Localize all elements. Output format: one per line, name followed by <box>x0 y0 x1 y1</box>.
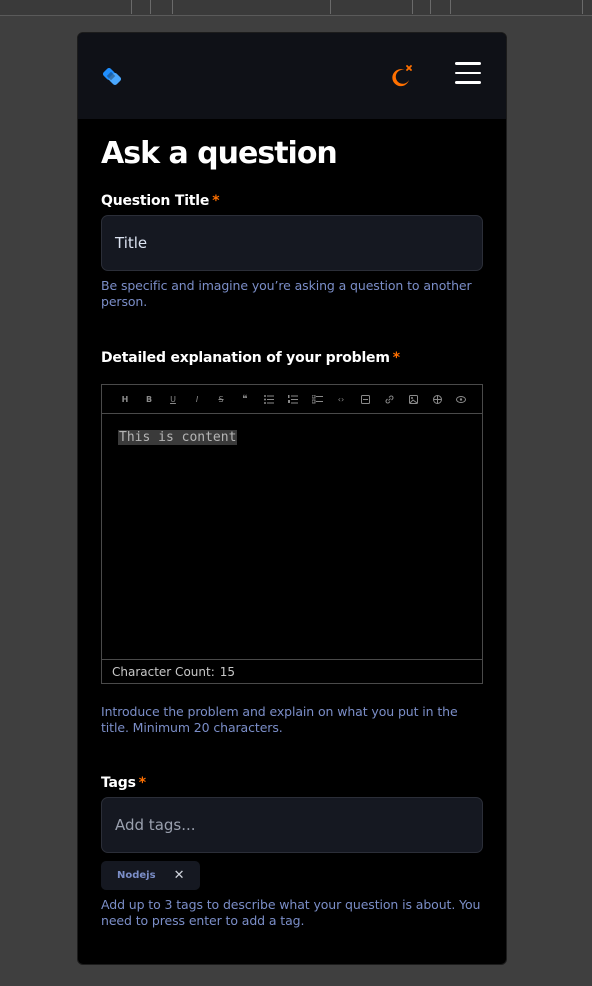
markdown-editor: H B U I S ❝ ‹› This is content Character… <box>101 384 483 684</box>
tag-label: Nodejs <box>117 870 156 881</box>
close-icon[interactable]: ✕ <box>174 868 185 883</box>
underline-icon[interactable]: U <box>161 389 185 409</box>
ask-question-form: Ask a question Question Title * Title Be … <box>101 119 484 929</box>
question-title-hint: Be specific and imagine you’re asking a … <box>101 278 472 309</box>
image-icon[interactable] <box>401 389 425 409</box>
ordered-list-icon[interactable] <box>281 389 305 409</box>
strikethrough-icon[interactable]: S <box>209 389 233 409</box>
code-block-icon[interactable] <box>353 389 377 409</box>
hamburger-menu-icon[interactable] <box>455 62 481 84</box>
checklist-icon[interactable] <box>305 389 329 409</box>
required-asterisk: * <box>138 775 146 791</box>
top-navbar <box>78 33 506 119</box>
tag-chip[interactable]: Nodejs ✕ <box>101 861 201 890</box>
question-title-input[interactable]: Title <box>101 215 483 271</box>
tags-hint: Add up to 3 tags to describe what your q… <box>101 897 481 928</box>
question-title-label: Question Title * <box>101 193 220 209</box>
tag-list: Nodejs ✕ <box>101 861 484 890</box>
italic-icon[interactable]: I <box>185 389 209 409</box>
app-window: Ask a question Question Title * Title Be … <box>77 32 507 965</box>
bullet-list-icon[interactable] <box>257 389 281 409</box>
editor-content[interactable]: This is content <box>118 430 238 445</box>
quote-icon[interactable]: ❝ <box>233 389 257 409</box>
code-icon[interactable]: ‹› <box>329 389 353 409</box>
bold-icon[interactable]: B <box>137 389 161 409</box>
tags-input[interactable]: Add tags... <box>101 797 483 853</box>
moon-sun-icon[interactable] <box>392 63 416 87</box>
tags-group: Tags * Add tags... Nodejs ✕ Add up to 3 t… <box>101 775 484 929</box>
editor-toolbar: H B U I S ❝ ‹› <box>102 385 482 414</box>
link-icon[interactable] <box>377 389 401 409</box>
explanation-label: Detailed explanation of your problem * <box>101 350 400 366</box>
explanation-hint: Introduce the problem and explain on wha… <box>101 704 458 735</box>
character-count-value: 15 <box>219 664 236 679</box>
editor-text: This is content <box>118 430 238 445</box>
preview-eye-icon[interactable] <box>449 389 473 409</box>
required-asterisk: * <box>392 350 400 366</box>
tags-label: Tags * <box>101 775 146 791</box>
top-ruler <box>0 0 592 16</box>
question-title-group: Question Title * Title Be specific and im… <box>101 193 484 310</box>
explanation-group: Detailed explanation of your problem * H … <box>101 350 484 736</box>
table-icon[interactable] <box>425 389 449 409</box>
required-asterisk: * <box>212 193 220 209</box>
character-count-label: Character Count: <box>112 664 215 679</box>
editor-statusbar: Character Count: 15 <box>102 659 482 683</box>
page-title: Ask a question <box>101 136 338 171</box>
stack-logo-icon[interactable] <box>101 66 125 86</box>
heading-icon[interactable]: H <box>113 389 137 409</box>
